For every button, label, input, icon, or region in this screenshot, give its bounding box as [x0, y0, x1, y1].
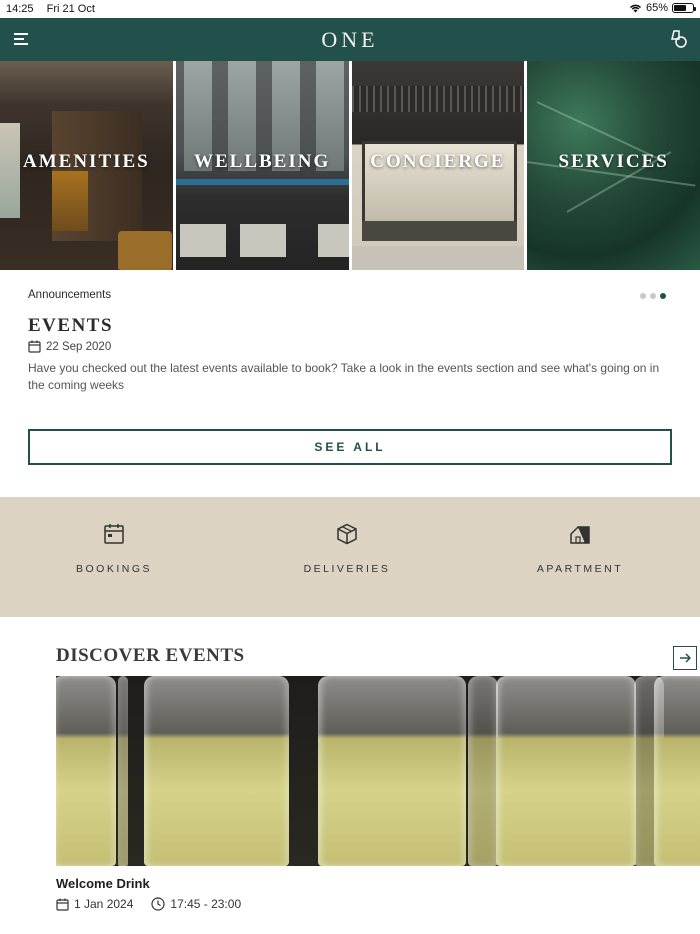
tile-amenities[interactable]: AMENITIES [0, 61, 173, 270]
category-tiles: AMENITIES WELLBEING CONCIERGE SERVICES [0, 61, 700, 270]
event-time: 17:45 - 23:00 [170, 897, 242, 911]
tile-amenities-image [0, 61, 173, 105]
next-event-button[interactable] [673, 646, 697, 670]
clock-icon [151, 897, 165, 911]
event-date: 1 Jan 2024 [74, 897, 134, 911]
bookings-label: BOOKINGS [75, 563, 152, 575]
package-icon [337, 523, 357, 545]
calendar-icon [56, 898, 69, 911]
tile-label: CONCIERGE [370, 151, 506, 172]
announcement-body: Have you checked out the latest events a… [28, 361, 660, 392]
tile-concierge[interactable]: CONCIERGE [351, 61, 525, 270]
battery-icon [672, 3, 696, 13]
house-icon [570, 525, 590, 544]
pager-dot[interactable] [640, 293, 646, 299]
calendar-icon [28, 340, 41, 353]
battery-percent: 65% [645, 2, 668, 14]
announcement-title: EVENTS [28, 315, 114, 336]
status-bar: 14:25 Fri 21 Oct 65% [0, 0, 700, 18]
see-all-button[interactable]: SEE ALL [28, 429, 672, 465]
announcement-date: 22 Sep 2020 [28, 340, 111, 353]
status-date: Fri 21 Oct [46, 3, 95, 15]
announcement-date-text: 22 Sep 2020 [46, 340, 112, 353]
app-title: ONE [321, 27, 379, 52]
apartment-button[interactable]: APARTMENT [500, 523, 660, 575]
deliveries-label: DELIVERIES [303, 563, 391, 575]
bookings-button[interactable]: BOOKINGS [34, 523, 194, 575]
shapes-icon[interactable] [668, 28, 690, 50]
pager-dot-active[interactable] [660, 293, 666, 299]
pager-dot[interactable] [650, 293, 656, 299]
discover-events-title: DISCOVER EVENTS [56, 645, 245, 666]
event-image[interactable] [56, 676, 700, 866]
quick-actions: BOOKINGS DELIVERIES APARTMENT [0, 497, 700, 617]
wifi-icon [629, 4, 642, 13]
tile-wellbeing[interactable]: WELLBEING [175, 61, 349, 270]
tile-label: SERVICES [558, 151, 669, 172]
deliveries-button[interactable]: DELIVERIES [267, 523, 427, 575]
event-meta: 1 Jan 2024 17:45 - 23:00 [56, 897, 241, 911]
tile-label: AMENITIES [23, 151, 150, 172]
app-header: ONE [0, 18, 700, 61]
arrow-right-icon [680, 653, 691, 663]
tile-services[interactable]: SERVICES [527, 61, 700, 270]
apartment-label: APARTMENT [536, 563, 624, 575]
announcement-pager [640, 293, 666, 299]
status-time: 14:25 [6, 3, 34, 15]
event-title[interactable]: Welcome Drink [56, 876, 150, 891]
battery-level [674, 5, 686, 11]
tile-label: WELLBEING [193, 151, 331, 172]
calendar-icon [104, 524, 124, 544]
announcements-label: Announcements [28, 289, 112, 301]
